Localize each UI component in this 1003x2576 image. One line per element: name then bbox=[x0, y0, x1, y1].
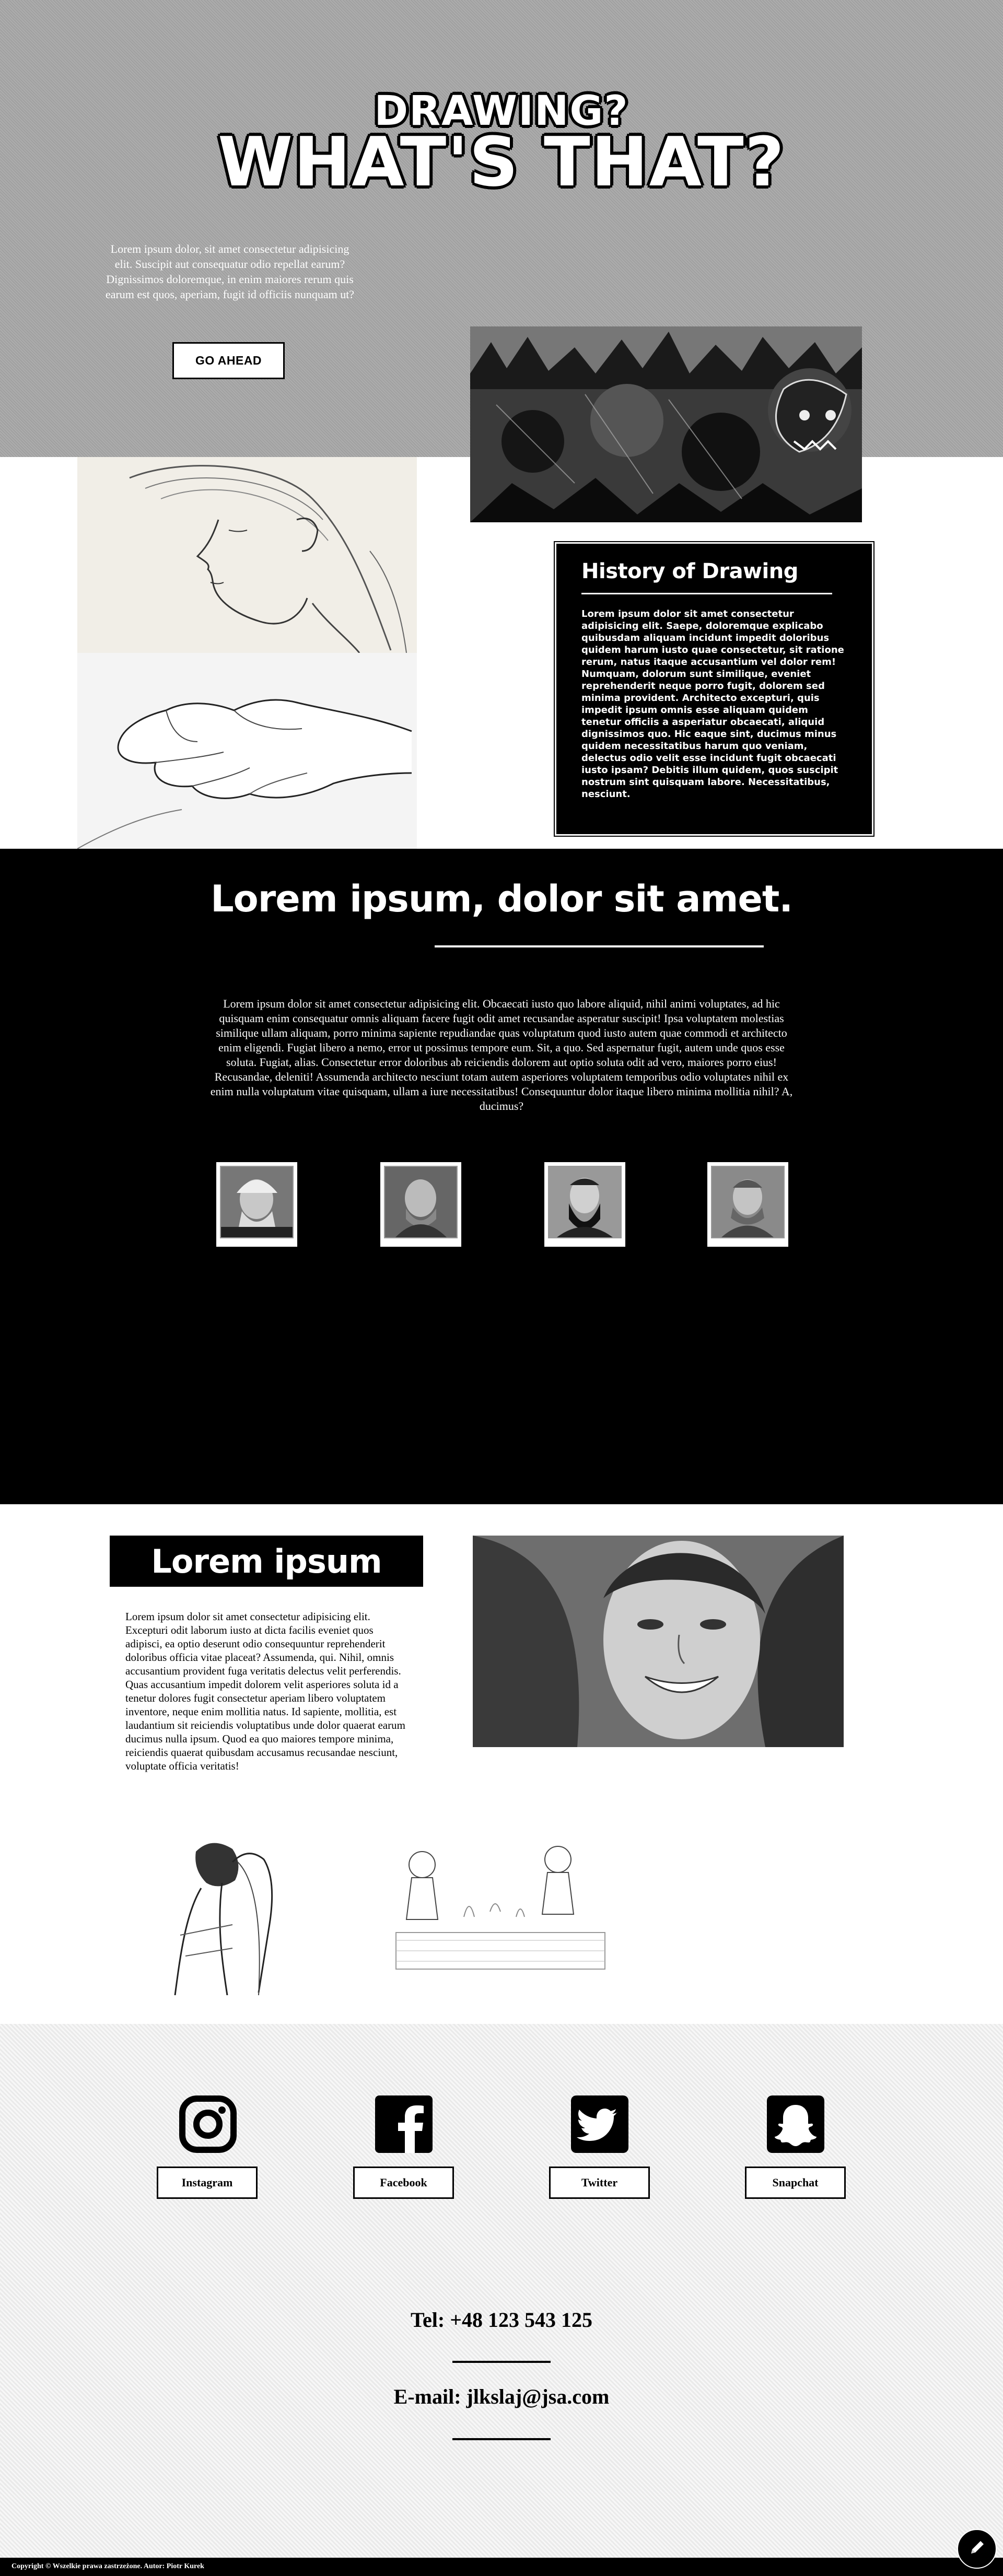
hands-sketch-image bbox=[77, 653, 417, 849]
email-address: E-mail: jlkslaj@jsa.com bbox=[393, 2385, 610, 2408]
history-panel: History of Drawing Lorem ipsum dolor sit… bbox=[554, 541, 874, 837]
battle-drawing-image bbox=[470, 326, 862, 522]
smiling-woman-image bbox=[473, 1536, 844, 1747]
pencil-icon bbox=[968, 2539, 986, 2559]
email-divider bbox=[452, 2438, 551, 2440]
portrait-3-image bbox=[548, 1166, 622, 1238]
portrait-3[interactable] bbox=[544, 1162, 625, 1247]
lorem-heading: Lorem ipsum bbox=[151, 1542, 382, 1580]
instagram-icon[interactable] bbox=[179, 2095, 237, 2153]
couple-sketch-image bbox=[159, 1831, 311, 1995]
lorem-text: Lorem ipsum dolor sit amet consectetur a… bbox=[125, 1610, 405, 1772]
black-section-divider bbox=[435, 945, 764, 947]
portrait-2[interactable] bbox=[380, 1162, 461, 1247]
instagram-button[interactable]: Instagram bbox=[157, 2167, 258, 2199]
black-section-text: Lorem ipsum dolor sit amet consectetur a… bbox=[210, 997, 793, 1113]
portrait-4-image bbox=[711, 1166, 785, 1238]
footer-copyright: Copyright © Wszelkie prawa zastrzeżone. … bbox=[11, 2562, 204, 2570]
portrait-4[interactable] bbox=[707, 1162, 788, 1247]
facebook-button[interactable]: Facebook bbox=[353, 2167, 454, 2199]
history-title: History of Drawing bbox=[581, 559, 798, 583]
hero-text: Lorem ipsum dolor, sit amet consectetur … bbox=[105, 242, 355, 301]
portrait-1-image bbox=[220, 1166, 294, 1238]
black-section-title: Lorem ipsum, dolor sit amet. bbox=[211, 877, 793, 920]
history-text: Lorem ipsum dolor sit amet consectetur a… bbox=[581, 608, 844, 800]
edit-button[interactable] bbox=[957, 2529, 997, 2569]
hero-title: WHAT'S THAT? bbox=[217, 122, 786, 202]
footer: Copyright © Wszelkie prawa zastrzeżone. … bbox=[0, 2558, 1003, 2576]
phone-number: Tel: +48 123 543 125 bbox=[411, 2308, 592, 2332]
lorem-heading-box: Lorem ipsum bbox=[110, 1536, 423, 1587]
snapchat-icon[interactable] bbox=[767, 2095, 824, 2153]
portrait-2-image bbox=[384, 1166, 458, 1238]
phone-divider bbox=[452, 2361, 551, 2363]
social-section bbox=[0, 2024, 1003, 2558]
snapchat-button[interactable]: Snapchat bbox=[745, 2167, 846, 2199]
twitter-icon[interactable] bbox=[571, 2095, 628, 2153]
portrait-1[interactable] bbox=[216, 1162, 297, 1247]
face-sketch-image bbox=[77, 457, 417, 653]
girls-sketch-image bbox=[380, 1839, 614, 1989]
history-divider bbox=[581, 593, 832, 594]
go-ahead-button[interactable]: GO AHEAD bbox=[172, 342, 285, 379]
twitter-button[interactable]: Twitter bbox=[549, 2167, 650, 2199]
facebook-icon[interactable] bbox=[375, 2095, 433, 2153]
